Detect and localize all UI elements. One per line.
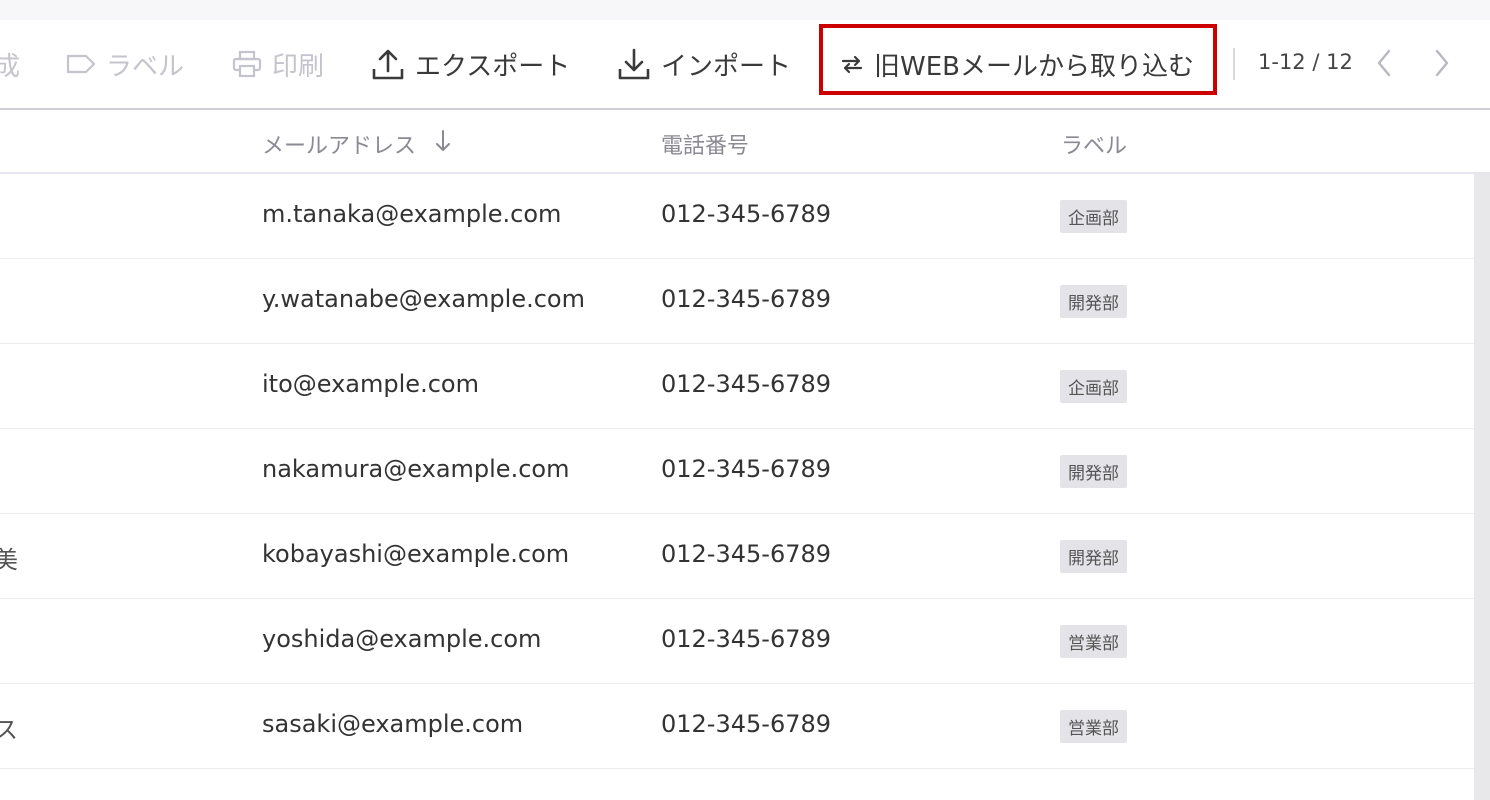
chevron-left-icon — [1376, 49, 1392, 81]
label-button-text: ラベル — [106, 51, 185, 82]
import-button-text: インポート — [661, 51, 792, 82]
label-tag: 開発部 — [1060, 540, 1127, 573]
table-row[interactable]: m.tanaka@example.com 012-345-6789 企画部 — [0, 174, 1474, 259]
table-row[interactable]: y.watanabe@example.com 012-345-6789 開発部 — [0, 259, 1474, 344]
arrow-down-icon — [434, 129, 452, 159]
toolbar-divider — [1233, 48, 1235, 80]
chevron-right-icon — [1434, 49, 1450, 81]
header-email-label: メールアドレス — [262, 134, 417, 159]
table-row[interactable]: ス sasaki@example.com 012-345-6789 営業部 — [0, 684, 1474, 769]
phone-cell: 012-345-6789 — [661, 455, 832, 483]
create-button[interactable]: 成 — [0, 42, 20, 86]
swap-arrows-icon — [840, 52, 864, 76]
table-row[interactable]: ito@example.com 012-345-6789 企画部 — [0, 344, 1474, 429]
label-tag: 営業部 — [1060, 625, 1127, 658]
email-cell: yoshida@example.com — [262, 625, 542, 653]
label-tag: 営業部 — [1060, 710, 1127, 743]
table-row[interactable]: 美 kobayashi@example.com 012-345-6789 開発部 — [0, 514, 1474, 599]
phone-cell: 012-345-6789 — [661, 370, 832, 398]
toolbar: 成 ラベル 印刷 エクスポート インポート 旧WEBメールから取り込む 1-12… — [0, 20, 1490, 110]
email-cell: nakamura@example.com — [262, 455, 570, 483]
header-phone-label: 電話番号 — [661, 134, 750, 159]
create-label: 成 — [0, 51, 21, 82]
phone-cell: 012-345-6789 — [661, 710, 832, 738]
phone-cell: 012-345-6789 — [661, 285, 832, 313]
import-button[interactable]: インポート — [617, 42, 791, 86]
upload-icon — [371, 47, 405, 81]
table-row[interactable]: yoshida@example.com 012-345-6789 営業部 — [0, 599, 1474, 684]
label-tag: 開発部 — [1060, 455, 1127, 488]
table-header: メールアドレス 電話番号 ラベル — [0, 110, 1490, 174]
name-cell-fragment: ス — [0, 716, 18, 744]
top-strip — [0, 0, 1490, 20]
phone-cell: 012-345-6789 — [661, 540, 832, 568]
printer-icon — [232, 50, 262, 78]
label-tag: 開発部 — [1060, 285, 1127, 318]
vertical-scrollbar[interactable] — [1474, 174, 1490, 800]
email-cell: ito@example.com — [262, 370, 479, 398]
table-row[interactable]: nakamura@example.com 012-345-6789 開発部 — [0, 429, 1474, 514]
header-label-label: ラベル — [1061, 134, 1128, 159]
next-page-button[interactable] — [1428, 49, 1456, 81]
phone-cell: 012-345-6789 — [661, 625, 832, 653]
label-tag: 企画部 — [1060, 200, 1127, 233]
pagination-text: 1-12 / 12 — [1258, 50, 1353, 74]
prev-page-button[interactable] — [1370, 49, 1398, 81]
table-body: m.tanaka@example.com 012-345-6789 企画部 y.… — [0, 174, 1474, 769]
legacy-import-button[interactable]: 旧WEBメールから取り込む — [840, 42, 1194, 86]
email-cell: y.watanabe@example.com — [262, 285, 585, 313]
export-button-text: エクスポート — [415, 51, 571, 82]
print-button[interactable]: 印刷 — [232, 42, 324, 86]
email-cell: sasaki@example.com — [262, 710, 524, 738]
phone-cell: 012-345-6789 — [661, 200, 832, 228]
label-tag: 企画部 — [1060, 370, 1127, 403]
label-button[interactable]: ラベル — [66, 42, 184, 86]
name-cell-fragment: 美 — [0, 546, 18, 574]
email-cell: m.tanaka@example.com — [262, 200, 562, 228]
email-cell: kobayashi@example.com — [262, 540, 570, 568]
legacy-import-button-text: 旧WEBメールから取り込む — [874, 51, 1194, 82]
print-button-text: 印刷 — [272, 51, 325, 82]
download-icon — [617, 47, 651, 81]
export-button[interactable]: エクスポート — [371, 42, 570, 86]
header-email[interactable]: メールアドレス — [262, 128, 452, 160]
header-phone[interactable]: 電話番号 — [661, 128, 749, 160]
header-label[interactable]: ラベル — [1061, 128, 1127, 160]
label-tag-icon — [66, 53, 96, 75]
